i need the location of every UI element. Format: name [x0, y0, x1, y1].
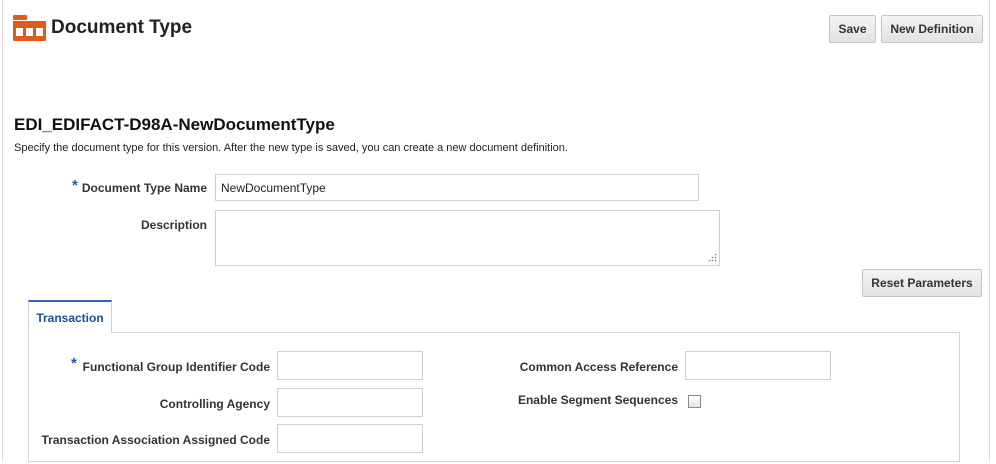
- common-access-reference-label: Common Access Reference: [519, 360, 678, 374]
- section-title: EDI_EDIFACT-D98A-NewDocumentType: [14, 115, 335, 134]
- required-marker: *: [72, 177, 78, 194]
- functional-group-identifier-code-label: Functional Group Identifier Code: [82, 360, 270, 374]
- description-input[interactable]: [215, 210, 720, 266]
- save-button[interactable]: Save: [829, 15, 876, 43]
- required-marker: *: [71, 355, 77, 372]
- transaction-association-assigned-code-label: Transaction Association Assigned Code: [41, 433, 271, 447]
- new-definition-button[interactable]: New Definition: [881, 15, 983, 43]
- instruction-text: Specify the document type for this versi…: [14, 142, 568, 154]
- document-type-name-input[interactable]: [215, 174, 699, 201]
- reset-parameters-button[interactable]: Reset Parameters: [862, 269, 982, 297]
- document-type-name-label: Document Type Name: [81, 181, 207, 195]
- controlling-agency-input[interactable]: [277, 388, 423, 417]
- transaction-association-assigned-code-input[interactable]: [277, 424, 423, 453]
- common-access-reference-input[interactable]: [685, 351, 831, 380]
- resize-grip-icon[interactable]: [707, 253, 717, 263]
- controlling-agency-label: Controlling Agency: [159, 397, 270, 411]
- enable-segment-sequences-label: Enable Segment Sequences: [517, 393, 678, 407]
- document-type-icon: [13, 15, 46, 41]
- tab-transaction[interactable]: Transaction: [28, 300, 112, 333]
- description-label: Description: [140, 218, 207, 232]
- page-title: Document Type: [51, 17, 193, 38]
- functional-group-identifier-code-input[interactable]: [277, 351, 423, 380]
- enable-segment-sequences-checkbox[interactable]: [688, 395, 701, 408]
